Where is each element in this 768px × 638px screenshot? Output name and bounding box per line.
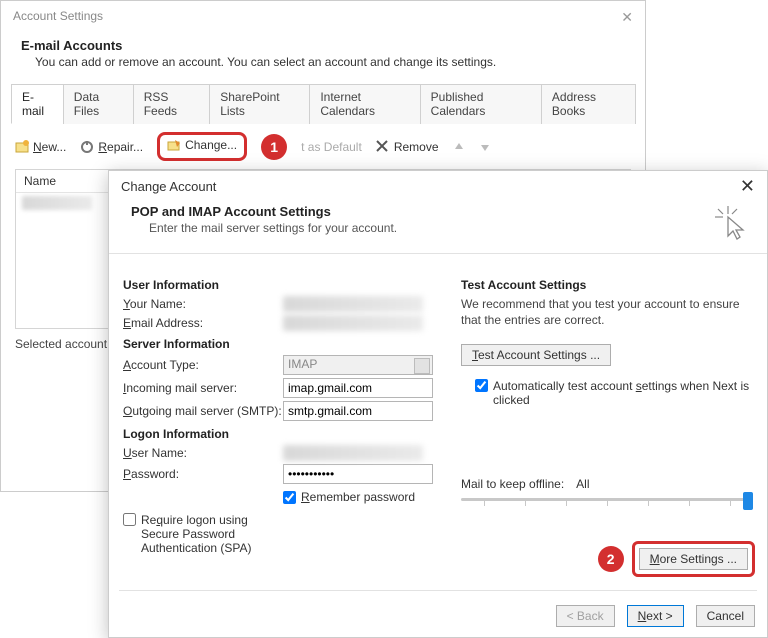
annotation-1: 1	[261, 134, 287, 160]
email-accounts-sub: You can add or remove an account. You ca…	[1, 55, 645, 83]
tab-data-files[interactable]: Data Files	[63, 84, 134, 124]
tab-internet-cal[interactable]: Internet Calendars	[309, 84, 420, 124]
mail-offline-slider[interactable]	[461, 491, 753, 507]
username-value	[283, 445, 423, 461]
account-settings-title: Account Settings	[13, 9, 103, 26]
tab-address-books[interactable]: Address Books	[541, 84, 636, 124]
next-button[interactable]: Next >	[627, 605, 684, 627]
your-name-value	[283, 296, 423, 312]
test-account-button[interactable]: Test Account Settings ...	[461, 344, 611, 366]
email-label: Email Address:	[123, 316, 283, 330]
outgoing-label: Outgoing mail server (SMTP):	[123, 404, 283, 418]
remember-password-checkbox[interactable]: Remember password	[283, 490, 443, 504]
pop-imap-sub: Enter the mail server settings for your …	[131, 221, 745, 235]
move-up-icon[interactable]	[453, 141, 465, 153]
account-type-select: IMAP	[283, 355, 433, 375]
more-settings-button[interactable]: More Settings ...	[639, 548, 748, 570]
tab-email[interactable]: E-mail	[11, 84, 64, 124]
change-button[interactable]: Change...	[167, 138, 237, 152]
spa-checkbox[interactable]: Require logon using Secure Password Auth…	[123, 513, 283, 555]
tab-published-cal[interactable]: Published Calendars	[420, 84, 542, 124]
logon-info-heading: Logon Information	[123, 427, 443, 441]
close-icon[interactable]: ✕	[621, 9, 633, 26]
mail-offline-value: All	[576, 477, 589, 491]
email-accounts-heading: E-mail Accounts	[1, 34, 645, 55]
tab-sharepoint[interactable]: SharePoint Lists	[209, 84, 310, 124]
user-info-heading: User Information	[123, 278, 443, 292]
password-label: Password:	[123, 467, 283, 481]
email-value	[283, 315, 423, 331]
tabs: E-mail Data Files RSS Feeds SharePoint L…	[11, 83, 635, 124]
account-type-label: Account Type:	[123, 358, 283, 372]
new-icon	[15, 140, 29, 154]
change-account-title: Change Account	[121, 179, 216, 194]
cancel-button[interactable]: Cancel	[696, 605, 755, 627]
change-icon	[167, 138, 181, 152]
remove-icon	[376, 140, 390, 154]
outgoing-input[interactable]	[283, 401, 433, 421]
close-icon[interactable]: ✕	[740, 179, 755, 194]
pop-imap-heading: POP and IMAP Account Settings	[131, 204, 745, 219]
annotation-2: 2	[598, 546, 624, 572]
cursor-icon	[715, 206, 749, 240]
test-description: We recommend that you test your account …	[461, 296, 753, 328]
tab-rss[interactable]: RSS Feeds	[133, 84, 211, 124]
more-settings-highlight: More Settings ...	[632, 541, 755, 577]
incoming-label: Incoming mail server:	[123, 381, 283, 395]
slider-thumb[interactable]	[743, 492, 753, 510]
change-highlight: Change...	[157, 132, 247, 161]
list-item[interactable]	[22, 196, 92, 210]
remove-button[interactable]: Remove	[376, 140, 439, 154]
your-name-label: Your Name:	[123, 297, 283, 311]
password-input[interactable]	[283, 464, 433, 484]
change-account-window: Change Account ✕ POP and IMAP Account Se…	[108, 170, 768, 638]
test-heading: Test Account Settings	[461, 278, 753, 292]
toolbar: New... Repair... Change... 1 t as Defaul…	[1, 124, 645, 169]
username-label: User Name:	[123, 446, 283, 460]
set-default-button[interactable]: t as Default	[301, 140, 362, 154]
new-button[interactable]: New...	[15, 140, 66, 154]
repair-button[interactable]: Repair...	[80, 140, 143, 154]
incoming-input[interactable]	[283, 378, 433, 398]
mail-offline-label: Mail to keep offline:	[461, 477, 564, 491]
back-button[interactable]: < Back	[556, 605, 615, 627]
auto-test-checkbox[interactable]: Automatically test account settings when…	[475, 379, 753, 407]
repair-icon	[80, 140, 94, 154]
server-info-heading: Server Information	[123, 337, 443, 351]
move-down-icon[interactable]	[479, 141, 491, 153]
